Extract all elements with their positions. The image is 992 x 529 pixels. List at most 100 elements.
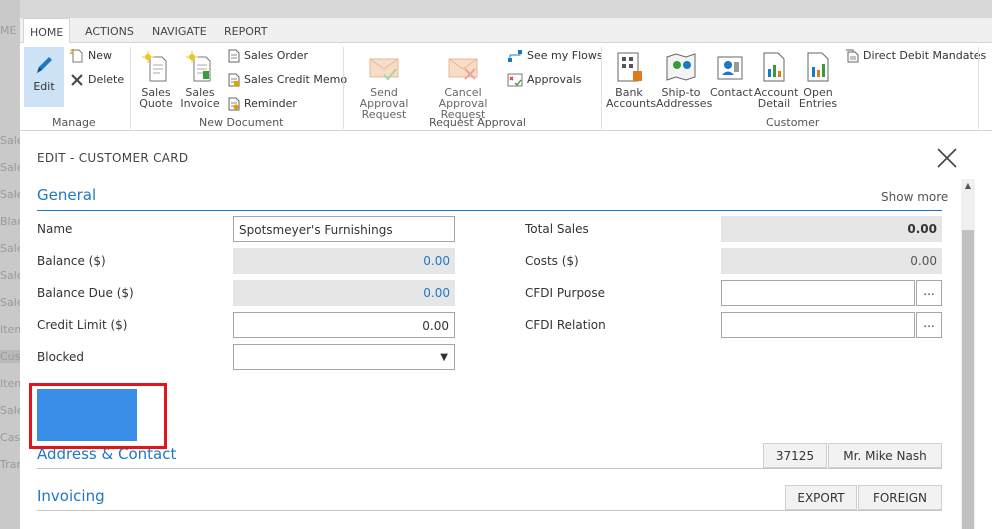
show-more-link[interactable]: Show more xyxy=(881,190,948,204)
bg-nav-item: Sale xyxy=(0,269,20,282)
new-document-icon xyxy=(70,49,83,63)
group-label-customer: Customer xyxy=(766,116,820,129)
bg-nav-item: Sale xyxy=(0,242,20,255)
sales-invoice-icon xyxy=(186,51,211,82)
account-detail-icon xyxy=(763,52,785,82)
group-label-new-document: New Document xyxy=(199,116,284,129)
bg-nav-item: Sale xyxy=(0,296,20,309)
contact-button[interactable]: Contact xyxy=(710,51,753,98)
ribbon-tabs: HOME ACTIONS NAVIGATE REPORT xyxy=(20,18,992,44)
blocked-select[interactable]: ▼ xyxy=(233,344,455,370)
bg-nav-item: Sale xyxy=(0,134,20,147)
group-separator xyxy=(130,47,131,129)
credit-limit-label: Credit Limit ($) xyxy=(37,318,128,332)
balance-field[interactable]: 0.00 xyxy=(233,248,455,274)
ship-to-addresses-icon xyxy=(666,53,696,81)
tab-report[interactable]: REPORT xyxy=(224,18,267,42)
edit-label: Edit xyxy=(33,80,55,93)
customer-card-window: HOME ACTIONS NAVIGATE REPORT Edit New De… xyxy=(20,18,992,529)
sales-credit-memo-button[interactable]: Sales Credit Memo xyxy=(227,73,347,87)
cfdi-relation-field[interactable] xyxy=(721,312,915,338)
direct-debit-icon xyxy=(846,49,859,63)
open-entries-button[interactable]: Open Entries xyxy=(798,51,838,109)
costs-label: Costs ($) xyxy=(525,254,579,268)
sales-quote-icon xyxy=(142,51,167,82)
costs-field[interactable]: 0.00 xyxy=(721,248,942,274)
sales-order-icon xyxy=(228,49,240,63)
tab-home[interactable]: HOME xyxy=(23,18,71,44)
account-detail-button[interactable]: Account Detail xyxy=(754,51,798,109)
bg-nav-item: Item xyxy=(0,323,20,336)
edit-button[interactable]: Edit xyxy=(24,47,64,107)
delete-x-icon xyxy=(71,74,83,86)
delete-button[interactable]: Delete xyxy=(70,73,124,87)
section-divider xyxy=(37,210,942,211)
name-field[interactable]: Spotsmeyer's Furnishings xyxy=(233,216,455,242)
bg-nav-item: Tran xyxy=(0,458,20,471)
group-separator xyxy=(601,47,602,129)
bank-accounts-button[interactable]: Bank Accounts xyxy=(606,51,656,109)
bank-accounts-icon xyxy=(617,52,642,82)
new-button[interactable]: New xyxy=(70,49,112,63)
pencil-icon xyxy=(37,57,52,73)
section-divider xyxy=(37,468,942,469)
tab-navigate[interactable]: NAVIGATE xyxy=(152,18,207,42)
send-approval-request-button[interactable]: Send Approval Request xyxy=(348,51,420,120)
section-title-general[interactable]: General xyxy=(37,186,96,204)
sales-quote-button[interactable]: Sales Quote xyxy=(136,51,176,109)
cancel-approval-request-button[interactable]: Cancel Approval Request xyxy=(424,51,502,120)
cancel-approval-envelope-icon xyxy=(448,58,478,80)
contact-card-icon xyxy=(717,56,743,80)
total-sales-label: Total Sales xyxy=(525,222,589,236)
reminder-icon xyxy=(228,97,240,111)
see-my-flows-button[interactable]: See my Flows xyxy=(507,49,603,63)
foreign-badge: FOREIGN xyxy=(858,485,942,510)
dropdown-arrow-icon: ▼ xyxy=(440,352,448,363)
credit-memo-icon xyxy=(228,73,240,87)
background-navigation: ME Sale Sale Sale Blan Sale Sale Sale It… xyxy=(0,0,20,529)
direct-debit-mandates-button[interactable]: Direct Debit Mandates xyxy=(845,49,986,63)
reminder-button[interactable]: Reminder xyxy=(227,97,297,111)
sales-invoice-button[interactable]: Sales Invoice xyxy=(180,51,220,109)
balance-due-label: Balance Due ($) xyxy=(37,286,134,300)
ribbon: Edit New Delete Manage Sales Quote Sales… xyxy=(20,43,992,131)
group-separator xyxy=(978,47,979,129)
bg-nav-item: Cas xyxy=(0,431,20,444)
close-icon[interactable] xyxy=(936,147,958,169)
group-label-manage: Manage xyxy=(52,116,96,129)
bg-nav-item: Item xyxy=(0,377,20,390)
name-label: Name xyxy=(37,222,73,236)
tab-actions[interactable]: ACTIONS xyxy=(85,18,134,42)
credit-limit-field[interactable]: 0.00 xyxy=(233,312,455,338)
approvals-icon xyxy=(507,73,523,87)
flows-icon xyxy=(508,50,522,62)
balance-label: Balance ($) xyxy=(37,254,106,268)
page-title: EDIT - CUSTOMER CARD xyxy=(37,151,189,165)
bg-nav-item: Sale xyxy=(0,188,20,201)
section-divider xyxy=(37,510,942,511)
cfdi-relation-lookup-button[interactable]: ... xyxy=(916,312,942,338)
total-sales-field[interactable]: 0.00 xyxy=(721,216,942,242)
export-badge: EXPORT xyxy=(785,485,857,510)
cfdi-purpose-field[interactable] xyxy=(721,280,915,306)
balance-due-field[interactable]: 0.00 xyxy=(233,280,455,306)
bg-nav-item: Sale xyxy=(0,161,20,174)
bg-nav-item: ME xyxy=(0,24,17,37)
cfdi-purpose-label: CFDI Purpose xyxy=(525,286,606,300)
sales-order-button[interactable]: Sales Order xyxy=(227,49,308,63)
approvals-button[interactable]: Approvals xyxy=(507,73,582,87)
address-code-badge: 37125 xyxy=(763,443,827,468)
group-separator xyxy=(343,47,344,129)
blocked-label: Blocked xyxy=(37,350,85,364)
send-approval-envelope-icon xyxy=(369,58,399,81)
section-title-invoicing[interactable]: Invoicing xyxy=(37,487,105,505)
ship-to-addresses-button[interactable]: Ship-to Addresses xyxy=(656,51,712,109)
cfdi-relation-label: CFDI Relation xyxy=(525,318,606,332)
highlight-box xyxy=(29,383,167,449)
scrollbar-thumb[interactable] xyxy=(962,230,974,529)
bg-nav-item: Blan xyxy=(0,215,20,228)
cfdi-purpose-lookup-button[interactable]: ... xyxy=(916,280,942,306)
group-label-request-approval: Request Approval xyxy=(429,116,526,129)
scroll-up-arrow-icon[interactable]: ▲ xyxy=(963,181,973,191)
bg-nav-item: Cust xyxy=(0,350,20,363)
